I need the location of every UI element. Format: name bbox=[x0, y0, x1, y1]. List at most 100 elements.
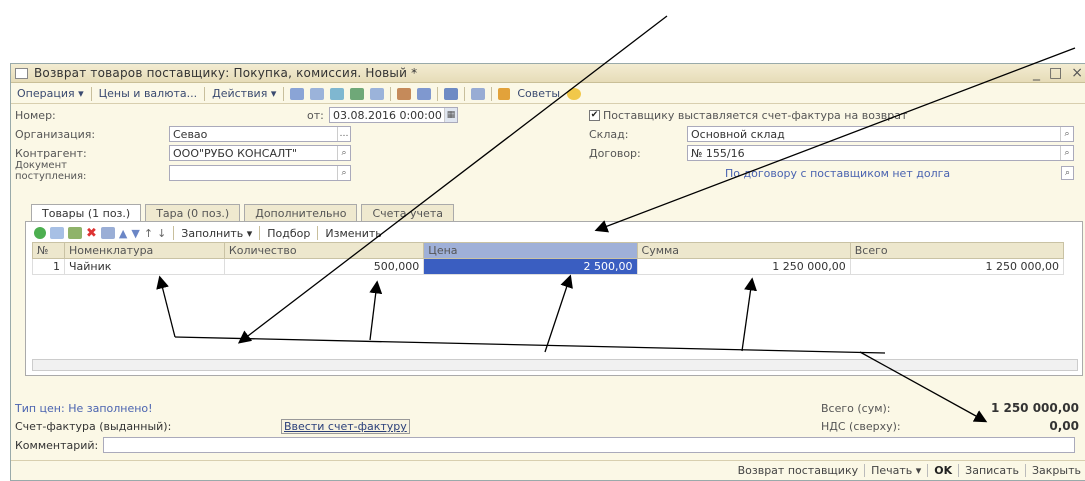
main-toolbar: Операция ▾ Цены и валюта... Действия ▾ С… bbox=[11, 84, 1085, 104]
tab-bar: Товары (1 поз.) Тара (0 поз.) Дополнител… bbox=[31, 204, 454, 221]
col-header-sum[interactable]: Сумма bbox=[636, 242, 851, 259]
structure-icon[interactable] bbox=[350, 87, 365, 100]
fill-menu[interactable]: Заполнить ▾ bbox=[181, 227, 252, 240]
horizontal-scrollbar[interactable] bbox=[32, 359, 1078, 371]
tips-icon bbox=[498, 87, 511, 100]
date-value: 03.08.2016 0:00:00 bbox=[333, 108, 442, 122]
total-label: Всего (сум): bbox=[821, 402, 891, 415]
contract-search-icon[interactable]: ⌕ bbox=[1060, 146, 1073, 160]
cell-number[interactable]: 1 bbox=[32, 258, 65, 275]
settings-icon[interactable] bbox=[471, 87, 486, 100]
total-value: 1 250 000,00 bbox=[990, 401, 1079, 415]
report-icon[interactable] bbox=[370, 87, 385, 100]
delete-icon[interactable]: ✖ bbox=[86, 226, 97, 241]
return-to-supplier-button[interactable]: Возврат поставщику bbox=[738, 464, 859, 477]
table-toolbar: ✖ ▲ ▼ ↑ ↓ Заполнить ▾ Подбор Изменить bbox=[34, 225, 382, 241]
date-label: от: bbox=[307, 109, 324, 122]
invoice-label: Счет-фактура (выданный): bbox=[15, 420, 172, 433]
title-bar: Возврат товаров поставщику: Покупка, ком… bbox=[11, 64, 1085, 83]
receipt-document-label-2: поступления: bbox=[15, 171, 87, 182]
warehouse-value: Основной склад bbox=[691, 127, 785, 141]
document-window: Возврат товаров поставщику: Покупка, ком… bbox=[10, 63, 1085, 481]
close-window-button[interactable]: × bbox=[1071, 65, 1083, 81]
end-edit-icon[interactable] bbox=[100, 227, 115, 239]
tips-button[interactable]: Советы bbox=[513, 87, 564, 100]
cell-quantity[interactable]: 500,000 bbox=[223, 258, 425, 275]
tab-accounts[interactable]: Счета учета bbox=[361, 204, 454, 221]
tab-packaging[interactable]: Тара (0 поз.) bbox=[145, 204, 241, 221]
cell-sum[interactable]: 1 250 000,00 bbox=[636, 258, 851, 275]
col-header-price[interactable]: Цена bbox=[423, 242, 638, 259]
col-header-quantity[interactable]: Количество bbox=[223, 242, 425, 259]
save-button[interactable]: Записать bbox=[965, 464, 1019, 477]
supplier-invoice-label: Поставщику выставляется счет-фактура на … bbox=[603, 109, 908, 122]
calendar-icon[interactable]: ▦ bbox=[444, 108, 457, 122]
action-bar: Возврат поставщику Печать ▾ OK Записать … bbox=[11, 460, 1085, 480]
counterparty-search-icon[interactable]: ⌕ bbox=[337, 146, 350, 160]
debt-search-icon[interactable]: ⌕ bbox=[1061, 166, 1074, 180]
cell-total[interactable]: 1 250 000,00 bbox=[849, 258, 1065, 275]
minimize-button[interactable]: _ bbox=[1033, 65, 1040, 81]
print-menu[interactable]: Печать ▾ bbox=[871, 464, 921, 477]
receipt-document-field[interactable]: ⌕ bbox=[169, 165, 351, 181]
comment-label: Комментарий: bbox=[15, 439, 99, 452]
counterparty-label: Контрагент: bbox=[15, 147, 87, 160]
goods-panel: ✖ ▲ ▼ ↑ ↓ Заполнить ▾ Подбор Изменить № … bbox=[25, 221, 1083, 376]
tab-additional[interactable]: Дополнительно bbox=[244, 204, 358, 221]
debt-info-link[interactable]: По договору с поставщиком нет долга bbox=[725, 167, 950, 180]
col-header-total[interactable]: Всего bbox=[849, 242, 1065, 259]
refresh-icon[interactable] bbox=[330, 87, 345, 100]
warehouse-field[interactable]: Основной склад ⌕ bbox=[687, 126, 1074, 142]
receipt-document-search-icon[interactable]: ⌕ bbox=[337, 166, 350, 180]
ok-button[interactable]: OK bbox=[934, 464, 952, 477]
help-icon[interactable] bbox=[567, 87, 582, 100]
warehouse-label: Склад: bbox=[589, 128, 629, 141]
counterparty-field[interactable]: ООО"РУБО КОНСАЛТ" ⌕ bbox=[169, 145, 351, 161]
goods-table: № Номенклатура Количество Цена Сумма Все… bbox=[32, 242, 1065, 275]
document-icon bbox=[15, 67, 28, 79]
comment-field[interactable] bbox=[103, 437, 1075, 453]
window-title: Возврат товаров поставщику: Покупка, ком… bbox=[34, 66, 418, 80]
list-icon[interactable] bbox=[310, 87, 325, 100]
date-field[interactable]: 03.08.2016 0:00:00 ▦ bbox=[329, 107, 458, 123]
contract-value: № 155/16 bbox=[691, 146, 745, 160]
organization-choice-button[interactable]: … bbox=[337, 127, 350, 141]
sort-asc-icon[interactable]: ↑ bbox=[144, 227, 153, 240]
add-icon[interactable] bbox=[34, 227, 46, 239]
change-button[interactable]: Изменить bbox=[325, 227, 381, 240]
move-up-icon[interactable]: ▲ bbox=[119, 227, 127, 240]
organization-field[interactable]: Севао … bbox=[169, 126, 351, 142]
operation-menu[interactable]: Операция ▾ bbox=[13, 87, 88, 100]
enter-invoice-button[interactable]: Ввести счет-фактуру bbox=[281, 419, 410, 434]
movements-icon[interactable] bbox=[417, 87, 432, 100]
vat-value: 0,00 bbox=[1049, 419, 1079, 433]
table-icon[interactable] bbox=[290, 87, 305, 100]
maximize-button[interactable]: □ bbox=[1049, 65, 1062, 81]
warehouse-search-icon[interactable]: ⌕ bbox=[1060, 127, 1073, 141]
copy-icon[interactable] bbox=[50, 227, 64, 239]
cell-item[interactable]: Чайник bbox=[63, 258, 225, 275]
sort-desc-icon[interactable]: ↓ bbox=[157, 227, 166, 240]
dt-kt-icon[interactable] bbox=[397, 87, 412, 100]
organization-label: Организация: bbox=[15, 128, 96, 141]
counterparty-value: ООО"РУБО КОНСАЛТ" bbox=[173, 146, 298, 160]
organization-value: Севао bbox=[173, 127, 208, 141]
table-row[interactable]: 1 Чайник 500,000 2 500,00 1 250 000,00 1… bbox=[32, 258, 1065, 275]
price-type-warning: Тип цен: Не заполнено! bbox=[15, 402, 153, 415]
actions-menu[interactable]: Действия ▾ bbox=[208, 87, 280, 100]
col-header-item[interactable]: Номенклатура bbox=[63, 242, 225, 259]
cell-price[interactable]: 2 500,00 bbox=[423, 258, 638, 275]
edit-icon[interactable] bbox=[68, 227, 82, 239]
col-header-number[interactable]: № bbox=[32, 242, 65, 259]
table-header-row: № Номенклатура Количество Цена Сумма Все… bbox=[32, 242, 1065, 259]
supplier-invoice-checkbox[interactable]: ✔ bbox=[589, 110, 600, 121]
post-icon[interactable] bbox=[444, 87, 459, 100]
close-button[interactable]: Закрыть bbox=[1032, 464, 1081, 477]
prices-currency-button[interactable]: Цены и валюта... bbox=[95, 87, 201, 100]
move-down-icon[interactable]: ▼ bbox=[131, 227, 139, 240]
vat-label: НДС (сверху): bbox=[821, 420, 901, 433]
tab-goods[interactable]: Товары (1 поз.) bbox=[31, 204, 142, 221]
selection-button[interactable]: Подбор bbox=[267, 227, 310, 240]
contract-field[interactable]: № 155/16 ⌕ bbox=[687, 145, 1074, 161]
receipt-document-label-1: Документ bbox=[15, 160, 67, 171]
